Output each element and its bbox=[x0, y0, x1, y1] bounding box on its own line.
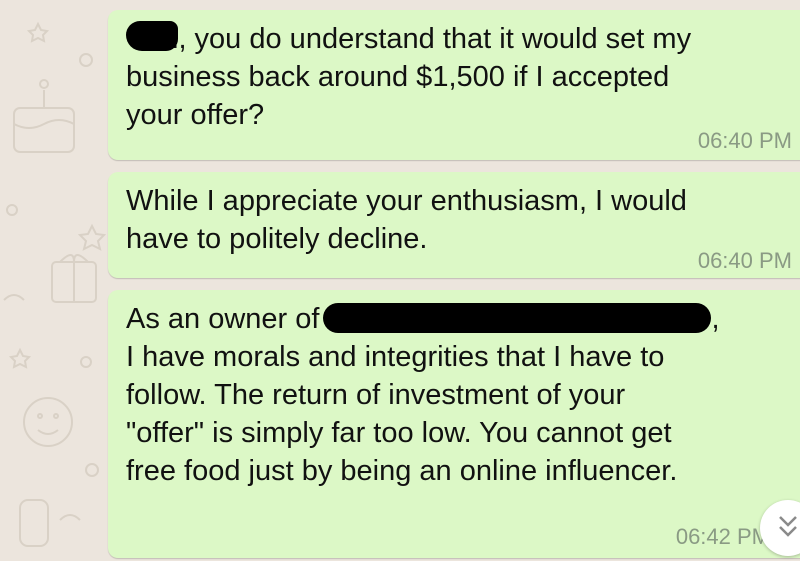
message-line: While I appreciate your enthusiasm, I wo… bbox=[126, 185, 687, 217]
redacted-name bbox=[126, 21, 178, 52]
message-line: free food just by being an online influe… bbox=[126, 455, 678, 487]
message-line: As an owner of, bbox=[126, 303, 720, 335]
message-bubble[interactable]: As an owner of, I have morals and integr… bbox=[108, 290, 800, 558]
message-timestamp: 06:40 PM bbox=[697, 248, 792, 273]
message-line: I have morals and integrities that I hav… bbox=[126, 341, 665, 373]
message-bubble[interactable]: While I appreciate your enthusiasm, I wo… bbox=[108, 172, 800, 278]
message-timestamp: 06:42 PM bbox=[675, 524, 770, 549]
message-bubble[interactable]: l, you do understand that it would set m… bbox=[108, 10, 800, 160]
message-line: business back around $1,500 if I accepte… bbox=[126, 61, 670, 93]
message-line: follow. The return of investment of your bbox=[126, 379, 626, 411]
message-line: "offer" is simply far too low. You canno… bbox=[126, 417, 672, 449]
chevron-double-down-icon bbox=[779, 516, 797, 537]
message-timestamp: 06:40 PM bbox=[697, 128, 792, 153]
message-line: l, you do understand that it would set m… bbox=[126, 20, 800, 58]
redacted-business-name bbox=[323, 303, 712, 334]
